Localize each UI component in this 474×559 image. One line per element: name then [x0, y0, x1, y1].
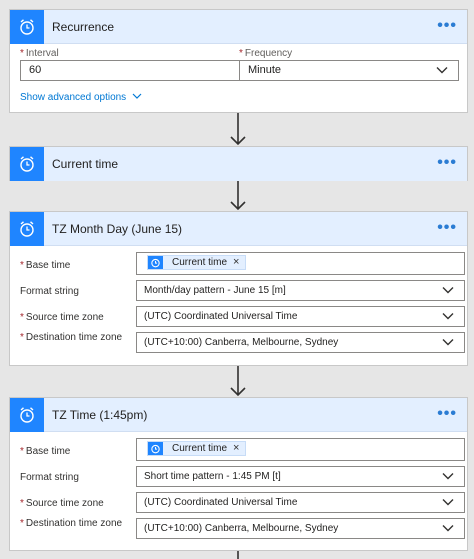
- required-mark: *: [20, 48, 24, 59]
- base-time-label: * Base time: [20, 260, 128, 272]
- token-label: Current time: [172, 257, 228, 268]
- required-mark: *: [20, 498, 24, 509]
- source-tz-value: (UTC) Coordinated Universal Time: [144, 497, 298, 508]
- chevron-down-icon: [442, 525, 454, 532]
- format-string-select[interactable]: Short time pattern - 1:45 PM [t]: [136, 466, 465, 487]
- token-label: Current time: [172, 443, 228, 454]
- base-time-input[interactable]: Current time ×: [136, 438, 465, 461]
- more-options-icon[interactable]: •••: [437, 398, 457, 430]
- format-string-select[interactable]: Month/day pattern - June 15 [m]: [136, 280, 465, 301]
- current-time-header[interactable]: Current time •••: [10, 147, 467, 181]
- source-time-zone-label: * Source time zone: [20, 498, 128, 510]
- destination-time-zone-label: * Destination time zone: [20, 518, 128, 530]
- frequency-value: Minute: [248, 64, 282, 76]
- base-time-input[interactable]: Current time ×: [136, 252, 465, 275]
- card-title: Recurrence: [52, 20, 115, 34]
- flow-connector-arrow: [230, 181, 246, 211]
- destination-time-zone-select[interactable]: (UTC+10:00) Canberra, Melbourne, Sydney: [136, 332, 465, 353]
- chevron-down-icon: [442, 499, 454, 506]
- chevron-down-icon: [442, 473, 454, 480]
- frequency-label-text: Frequency: [244, 48, 293, 59]
- alarm-clock-icon: [10, 147, 44, 181]
- required-mark: *: [20, 446, 24, 457]
- show-advanced-options-link[interactable]: Show advanced options: [20, 92, 142, 103]
- source-time-zone-label: * Source time zone: [20, 312, 128, 324]
- tz-month-day-card: TZ Month Day (June 15) ••• * Base time Cu…: [9, 211, 468, 366]
- flow-connector-arrow: [230, 366, 246, 397]
- interval-label: * Interval: [20, 48, 59, 59]
- destination-time-zone-select[interactable]: (UTC+10:00) Canberra, Melbourne, Sydney: [136, 518, 465, 539]
- format-string-value: Short time pattern - 1:45 PM [t]: [144, 471, 281, 482]
- source-tz-label-text: Source time zone: [25, 498, 104, 509]
- flow-connector-arrow: [230, 113, 246, 146]
- flow-connector-line: [237, 551, 239, 559]
- interval-label-text: Interval: [25, 48, 59, 59]
- chevron-down-icon: [132, 93, 142, 99]
- required-mark: *: [20, 260, 24, 271]
- source-time-zone-select[interactable]: (UTC) Coordinated Universal Time: [136, 306, 465, 327]
- interval-input[interactable]: 60: [20, 60, 240, 81]
- source-time-zone-select[interactable]: (UTC) Coordinated Universal Time: [136, 492, 465, 513]
- tz-time-card: TZ Time (1:45pm) ••• * Base time Current …: [9, 397, 468, 551]
- required-mark: *: [20, 518, 24, 529]
- required-mark: *: [239, 48, 243, 59]
- alarm-clock-icon: [10, 398, 44, 432]
- format-string-label: Format string: [20, 472, 79, 483]
- required-mark: *: [20, 332, 24, 343]
- alarm-clock-icon: [148, 256, 163, 269]
- card-title: Current time: [52, 157, 119, 171]
- tz-time-header[interactable]: TZ Time (1:45pm) •••: [10, 398, 467, 432]
- frequency-select[interactable]: Minute: [239, 60, 459, 81]
- remove-token-icon[interactable]: ×: [233, 439, 245, 458]
- dest-tz-label-text: Destination time zone: [25, 332, 123, 343]
- current-time-card[interactable]: Current time •••: [9, 146, 468, 181]
- base-time-label: * Base time: [20, 446, 128, 458]
- dest-tz-value: (UTC+10:00) Canberra, Melbourne, Sydney: [144, 523, 339, 534]
- chevron-down-icon: [442, 287, 454, 294]
- base-time-label-text: Base time: [25, 260, 71, 271]
- more-options-icon[interactable]: •••: [437, 147, 457, 179]
- base-time-label-text: Base time: [25, 446, 71, 457]
- tz-month-day-header[interactable]: TZ Month Day (June 15) •••: [10, 212, 467, 246]
- dynamic-content-token[interactable]: Current time ×: [147, 253, 247, 272]
- remove-token-icon[interactable]: ×: [233, 253, 245, 272]
- alarm-clock-icon: [10, 10, 44, 44]
- dest-tz-label-text: Destination time zone: [25, 518, 123, 529]
- alarm-clock-icon: [10, 212, 44, 246]
- chevron-down-icon: [436, 67, 448, 74]
- format-string-value: Month/day pattern - June 15 [m]: [144, 285, 286, 296]
- dest-tz-value: (UTC+10:00) Canberra, Melbourne, Sydney: [144, 337, 339, 348]
- flow-designer-canvas: Recurrence ••• * Interval 60 * Frequency M…: [0, 0, 474, 559]
- chevron-down-icon: [442, 313, 454, 320]
- alarm-clock-icon: [148, 442, 163, 455]
- advanced-link-text: Show advanced options: [20, 92, 127, 103]
- format-string-label: Format string: [20, 286, 79, 297]
- card-title: TZ Time (1:45pm): [52, 408, 148, 422]
- more-options-icon[interactable]: •••: [437, 212, 457, 244]
- chevron-down-icon: [442, 339, 454, 346]
- card-title: TZ Month Day (June 15): [52, 222, 183, 236]
- required-mark: *: [20, 312, 24, 323]
- recurrence-header[interactable]: Recurrence •••: [10, 10, 467, 44]
- dynamic-content-token[interactable]: Current time ×: [147, 439, 247, 458]
- source-tz-label-text: Source time zone: [25, 312, 104, 323]
- recurrence-card: Recurrence ••• * Interval 60 * Frequency M…: [9, 9, 468, 113]
- source-tz-value: (UTC) Coordinated Universal Time: [144, 311, 298, 322]
- frequency-label: * Frequency: [239, 48, 292, 59]
- more-options-icon[interactable]: •••: [437, 10, 457, 42]
- destination-time-zone-label: * Destination time zone: [20, 332, 128, 344]
